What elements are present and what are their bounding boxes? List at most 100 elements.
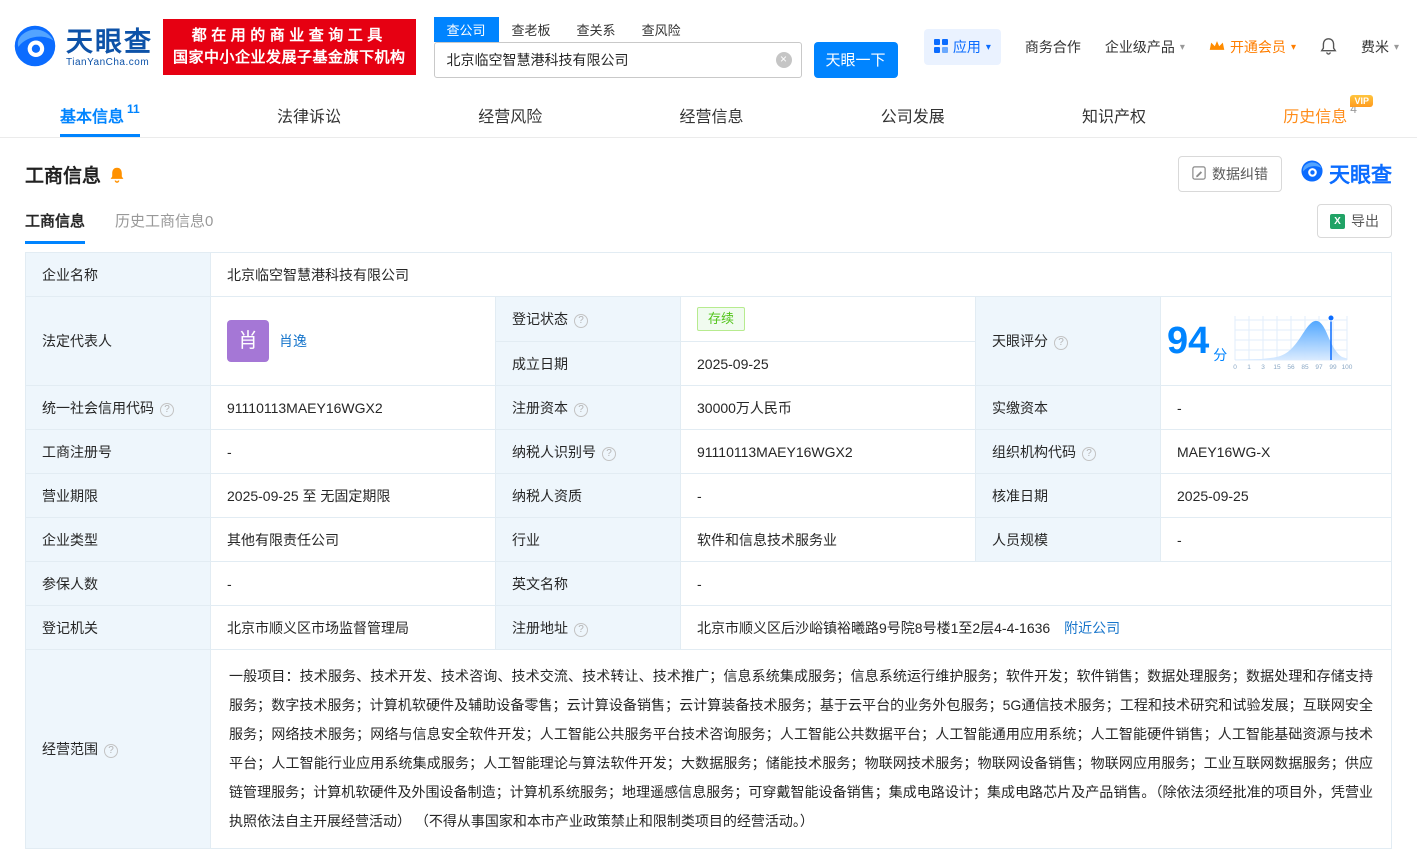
field-label-english-name: 英文名称 [496,562,681,606]
bell-icon [1320,37,1337,58]
tab-history-info[interactable]: 历史信息 4 VIP [1283,92,1357,137]
tab-legal-proceedings[interactable]: 法律诉讼 [277,92,341,137]
search-button[interactable]: 天眼一下 [814,42,898,78]
crown-icon [1209,39,1225,55]
field-value-english-name: - [681,562,1392,606]
field-value-reg-number: - [211,430,496,474]
clear-search-icon[interactable]: × [776,52,792,68]
table-row: 营业期限 2025-09-25 至 无固定期限 纳税人资质 - 核准日期 202… [26,474,1392,518]
field-label-score: 天眼评分? [976,297,1161,386]
field-value-taxpayer-qualification: - [681,474,976,518]
field-label-industry: 行业 [496,518,681,562]
field-label-insured-count: 参保人数 [26,562,211,606]
search-tab-risk[interactable]: 查风险 [629,17,694,42]
tab-operation-risk[interactable]: 经营风险 [478,92,542,137]
help-icon[interactable]: ? [1082,447,1096,461]
field-value-approval-date: 2025-09-25 [1161,474,1392,518]
field-label-staff-size: 人员规模 [976,518,1161,562]
field-label-business-term: 营业期限 [26,474,211,518]
tianyancha-watermark: 天眼查 [1300,159,1392,189]
nav-apps[interactable]: 应用 ▾ [924,29,1001,65]
status-badge: 存续 [697,307,745,331]
field-value-insured-count: - [211,562,496,606]
nav-cooperation[interactable]: 商务合作 [1025,37,1081,57]
field-value-legal-rep: 肖 肖逸 [211,297,496,386]
data-correction-button[interactable]: 数据纠错 [1178,156,1282,192]
table-row: 经营范围? 一般项目：技术服务、技术开发、技术咨询、技术交流、技术转让、技术推广… [26,650,1392,849]
field-label-reg-number: 工商注册号 [26,430,211,474]
table-row: 法定代表人 肖 肖逸 登记状态? 存续 天眼评分? 94 分 [26,297,1392,342]
field-label-approval-date: 核准日期 [976,474,1161,518]
chevron-down-icon: ▾ [986,42,991,53]
field-label-taxpayer-qualification: 纳税人资质 [496,474,681,518]
business-info-table: 企业名称 北京临空智慧港科技有限公司 法定代表人 肖 肖逸 登记状态? 存续 天… [25,252,1392,849]
svg-text:0: 0 [1233,364,1237,371]
tianyancha-logo[interactable]: 天眼查 TianYanCha.com [12,23,153,72]
company-tabs: 基本信息 11 法律诉讼 经营风险 经营信息 公司发展 知识产权 历史信息 4 … [0,92,1417,138]
help-icon[interactable]: ? [574,623,588,637]
field-label-credit-code: 统一社会信用代码? [26,386,211,430]
svg-text:100: 100 [1342,364,1353,371]
nav-membership[interactable]: 开通会员 ▾ [1209,37,1296,57]
help-icon[interactable]: ? [1054,336,1068,350]
search-tab-boss[interactable]: 查老板 [499,17,564,42]
field-label-reg-address: 注册地址? [496,606,681,650]
legal-rep-link[interactable]: 肖逸 [279,330,307,352]
field-value-company-name: 北京临空智慧港科技有限公司 [211,253,1392,297]
subtab-row: 工商信息 历史工商信息0 X 导出 [0,202,1417,244]
svg-text:85: 85 [1302,364,1310,371]
chevron-down-icon: ▾ [1291,42,1296,53]
field-label-org-code: 组织机构代码? [976,430,1161,474]
score-value: 94 [1167,321,1209,361]
legal-rep-avatar[interactable]: 肖 [227,320,269,362]
nav-enterprise-products[interactable]: 企业级产品 ▾ [1105,37,1185,57]
svg-text:99: 99 [1330,364,1338,371]
nav-user[interactable]: 费米 ▾ [1361,37,1399,57]
field-label-company-name: 企业名称 [26,253,211,297]
slogan-banner: 都在用的商业查询工具 国家中小企业发展子基金旗下机构 [163,19,416,75]
score-distribution-chart: 0 1 3 15 56 85 97 99 100 [1231,310,1353,372]
section-title: 工商信息 [25,161,101,188]
help-icon[interactable]: ? [574,314,588,328]
table-row: 参保人数 - 英文名称 - [26,562,1392,606]
help-icon[interactable]: ? [574,403,588,417]
svg-text:1: 1 [1247,364,1251,371]
field-label-taxpayer-id: 纳税人识别号? [496,430,681,474]
field-value-reg-capital: 30000万人民币 [681,386,976,430]
export-button[interactable]: X 导出 [1317,204,1392,238]
field-label-establish-date: 成立日期 [496,342,681,386]
help-icon[interactable]: ? [104,744,118,758]
search-tab-relation[interactable]: 查关系 [564,17,629,42]
top-bar: 天眼查 TianYanCha.com 都在用的商业查询工具 国家中小企业发展子基… [0,0,1417,92]
tab-company-development[interactable]: 公司发展 [881,92,945,137]
subtab-history-business-info[interactable]: 历史工商信息0 [115,210,213,244]
svg-text:97: 97 [1316,364,1324,371]
tab-operation-info[interactable]: 经营信息 [679,92,743,137]
field-value-establish-date: 2025-09-25 [681,342,976,386]
field-label-business-scope: 经营范围? [26,650,211,849]
search-input[interactable] [434,42,802,78]
field-value-reg-authority: 北京市顺义区市场监督管理局 [211,606,496,650]
tianyancha-logo-icon [12,23,58,72]
field-value-taxpayer-id: 91110113MAEY16WGX2 [681,430,976,474]
apps-grid-icon [934,39,948,56]
nearby-companies-link[interactable]: 附近公司 [1064,620,1120,636]
field-value-credit-code: 91110113MAEY16WGX2 [211,386,496,430]
field-value-score: 94 分 [1161,297,1392,386]
field-value-org-code: MAEY16WG-X [1161,430,1392,474]
help-icon[interactable]: ? [160,403,174,417]
chevron-down-icon: ▾ [1180,42,1185,53]
tab-basic-info[interactable]: 基本信息 11 [60,92,140,137]
brand-name: 天眼查 [66,27,153,57]
nav-notifications[interactable] [1320,37,1337,58]
field-label-reg-capital: 注册资本? [496,386,681,430]
tianyancha-watermark-icon [1300,159,1324,189]
subtab-business-info[interactable]: 工商信息 [25,210,85,244]
field-value-company-type: 其他有限责任公司 [211,518,496,562]
help-icon[interactable]: ? [602,447,616,461]
search-tab-company[interactable]: 查公司 [434,17,499,42]
subscribe-bell-icon[interactable] [109,166,125,183]
search-tabs: 查公司 查老板 查关系 查风险 [434,17,898,42]
tab-intellectual-property[interactable]: 知识产权 [1082,92,1146,137]
field-label-reg-status: 登记状态? [496,297,681,342]
